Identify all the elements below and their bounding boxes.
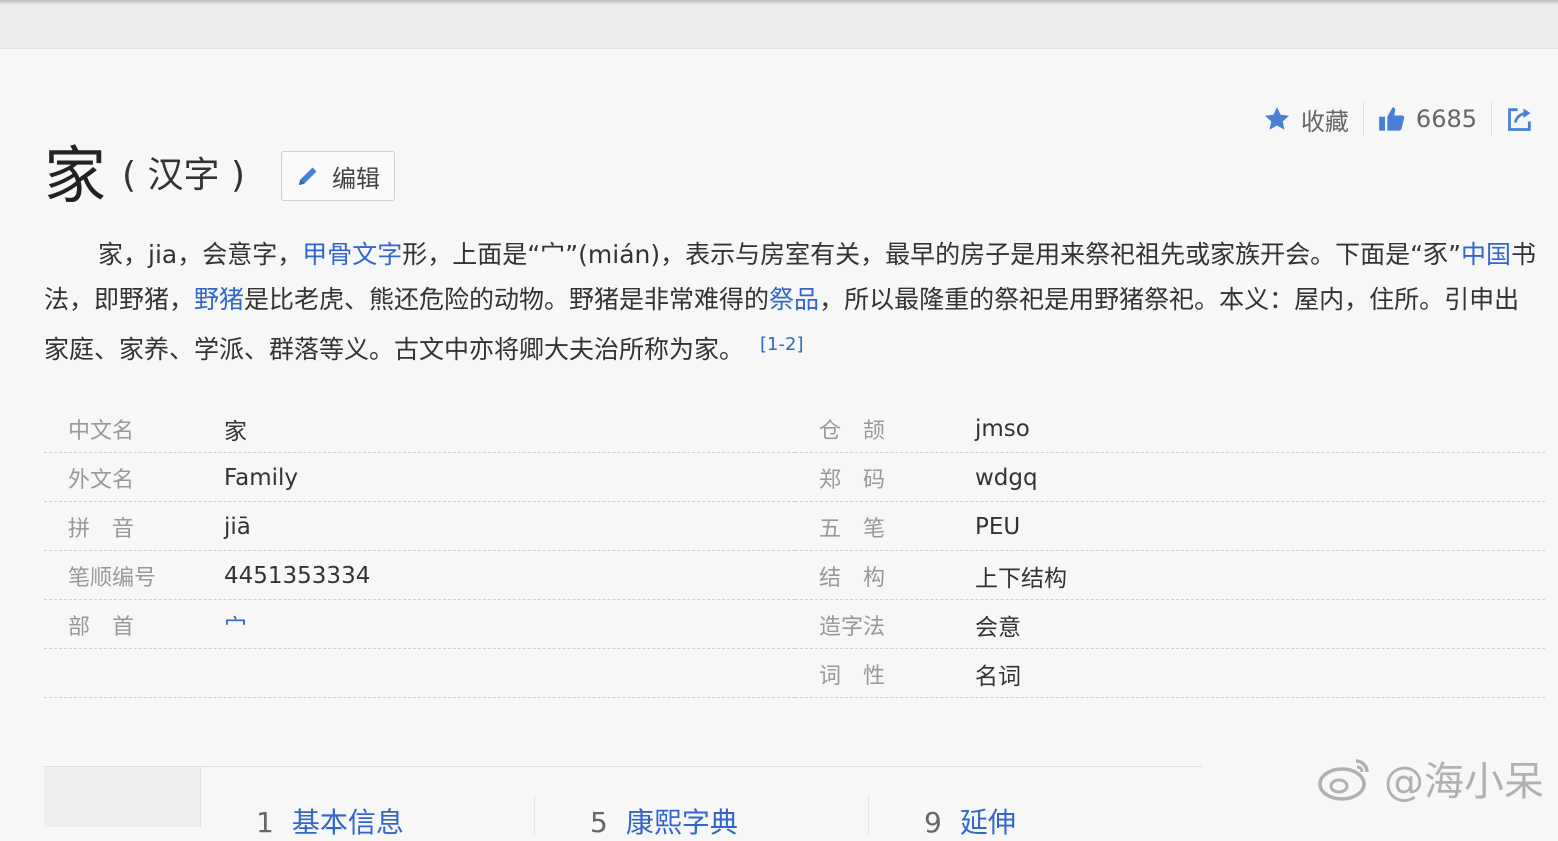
info-label: 拼 音 [68,516,135,542]
info-row: 拼 音 jiā [44,503,795,551]
watermark: @海小呆 [1316,752,1544,805]
toc-item[interactable]: 9 延伸 [924,801,1016,841]
info-label: 仓 颉 [819,418,886,444]
toc-item-number: 1 [256,806,274,839]
toc-item[interactable]: 1 基本信息 [256,801,404,841]
info-label: 笔顺编号 [68,565,157,591]
info-row: 中文名 家 [44,405,795,453]
table-of-contents: 1 基本信息 5 康熙字典 9 延伸 [44,766,1202,839]
info-row: 笔顺编号 4451353334 [44,552,795,600]
favorite-label: 收藏 [1300,107,1349,136]
entry-summary: 家，jia，会意字，甲骨文字形，上面是“宀”(mián)，表示与房室有关，最早的… [44,232,1540,372]
pencil-icon [299,167,317,185]
favorite-button[interactable]: 收藏 [1249,102,1363,137]
browser-top-bar [0,0,1558,49]
info-value: jmso [975,415,1030,442]
toc-item-label: 康熙字典 [625,806,738,839]
link-oracle-bone-script[interactable]: 甲骨文字 [302,240,402,269]
toc-item-number: 9 [924,806,942,839]
info-value: 家 [224,418,247,445]
info-label: 结 构 [819,565,886,591]
toc-divider [868,795,869,835]
info-label: 部 首 [68,614,135,640]
entry-actions: 收藏 6685 [1249,100,1548,138]
entry-title: 家 [44,139,107,212]
info-label: 五 笔 [819,516,886,542]
link-wild-boar[interactable]: 野猪 [194,285,244,314]
info-row: 部 首 宀 [44,601,795,649]
info-row-empty [44,650,795,698]
thumbs-up-icon [1379,107,1405,131]
info-label: 词 性 [819,663,886,689]
info-value: 名词 [975,663,1021,690]
edit-button[interactable]: 编辑 [281,151,395,201]
info-label: 郑 码 [819,467,886,493]
star-icon [1264,107,1289,130]
info-row: 结 构 上下结构 [795,552,1545,600]
reference-link[interactable]: [1-2] [760,334,803,355]
info-value: 会意 [975,614,1021,641]
watermark-text: @海小呆 [1384,759,1544,805]
toc-divider [534,795,535,835]
info-row: 五 笔 PEU [795,503,1545,551]
weibo-icon [1318,759,1369,801]
entry-subtitle: ( 汉字 ) [122,155,245,196]
info-value: jiā [224,513,251,540]
info-value: Family [224,464,299,491]
info-row: 仓 颉 jmso [795,405,1545,453]
link-sacrifice[interactable]: 祭品 [769,285,819,314]
info-value: PEU [975,513,1021,540]
share-button[interactable] [1492,105,1548,133]
info-value: 上下结构 [975,565,1067,592]
info-label: 造字法 [819,614,886,640]
like-count: 6685 [1415,105,1477,133]
link-chinese-calligraphy[interactable]: 中国 [1461,240,1511,269]
toc-item-label: 延伸 [959,806,1016,839]
info-row: 郑 码 wdgq [795,454,1545,502]
radical-link[interactable]: 宀 [224,608,247,642]
share-icon [1508,108,1531,131]
toc-item-number: 5 [590,806,608,839]
summary-text: 家，jia，会意字， [98,240,303,269]
info-label: 外文名 [68,467,135,493]
toc-sidebar [44,767,201,827]
info-label: 中文名 [68,418,135,444]
toc-item[interactable]: 5 康熙字典 [590,801,738,841]
info-row: 词 性 名词 [795,650,1545,698]
info-value: wdgq [975,464,1038,491]
like-button[interactable]: 6685 [1364,105,1491,133]
info-value: 4451353334 [224,562,371,589]
info-row: 外文名 Family [44,454,795,502]
entry-title-row: 家 ( 汉字 ) 编辑 [44,136,395,216]
summary-text: 是比老虎、熊还危险的动物。野猪是非常难得的 [244,285,770,314]
toc-item-label: 基本信息 [291,806,404,839]
edit-label: 编辑 [332,164,380,193]
summary-text: 形，上面是“宀”(mián)，表示与房室有关，最早的房子是用来祭祀祖先或家族开会… [402,240,1462,269]
info-row: 造字法 会意 [795,601,1545,649]
